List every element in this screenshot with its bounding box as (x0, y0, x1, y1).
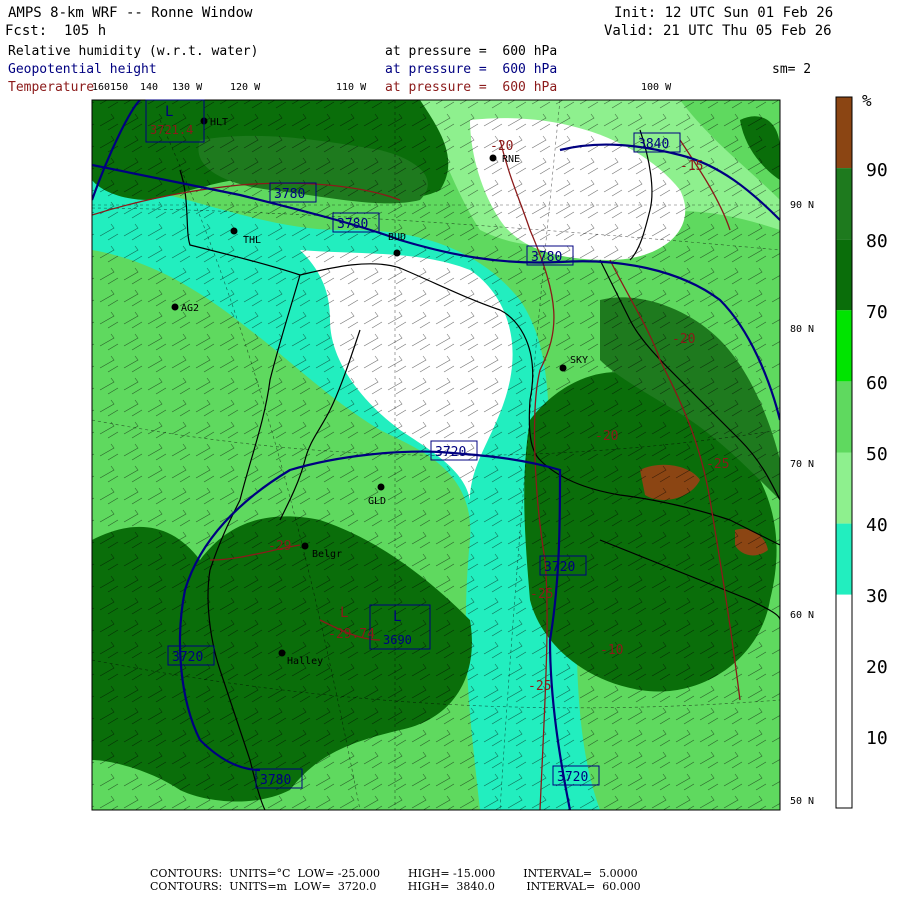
height-label: 3720 (557, 770, 588, 785)
height-label: 3780 (337, 217, 368, 232)
lon-label: 110 W (336, 82, 367, 93)
colorbar-segment (836, 452, 852, 524)
colorbar-segment (836, 310, 852, 382)
low-letter: L (393, 609, 401, 625)
colorbar (835, 96, 853, 809)
station-label: SKY (570, 355, 588, 366)
colorbar-segment (836, 239, 852, 311)
footer-units: UNITS=m (229, 880, 287, 893)
height-label: 3720 (172, 650, 203, 665)
temp-label: -20 (672, 332, 695, 347)
temp-label: -29 (268, 539, 291, 554)
colorbar-tick: 70 (866, 302, 888, 323)
station-label: GLD (368, 496, 386, 507)
station-marker (489, 154, 497, 162)
footer-low: LOW= -25.000 (297, 867, 381, 880)
station-label: RNE (502, 154, 520, 165)
colorbar-ticks: 90 80 70 60 50 40 30 20 10 (866, 160, 888, 749)
station-label: BUD (388, 232, 406, 243)
colorbar-segment (836, 97, 852, 169)
colorbar-segment (836, 168, 852, 240)
temp-label: -29.74 (328, 627, 375, 642)
lon-label: 130 W (172, 82, 203, 93)
lon-label: 140 (140, 82, 158, 93)
colorbar-segment (836, 381, 852, 453)
height-label: 3840 (638, 137, 669, 152)
lat-label: 50 N (790, 796, 814, 807)
colorbar-segment (836, 665, 852, 808)
lat-label: 70 N (790, 459, 814, 470)
colorbar-tick: 50 (866, 444, 888, 465)
colorbar-tick: 60 (866, 373, 888, 394)
temp-label: -10 (600, 643, 623, 658)
station-label: Halley (287, 656, 323, 667)
station-label: AG2 (181, 303, 199, 314)
station-marker (377, 483, 385, 491)
colorbar-segment (836, 523, 852, 595)
footer-height-contours: CONTOURS: UNITS=m LOW= 3720.0 HIGH= 3840… (150, 880, 641, 893)
colorbar-tick: 80 (866, 231, 888, 252)
colorbar-tick: 10 (866, 728, 888, 749)
temp-label: -25 (706, 457, 729, 472)
lat-label: 90 N (790, 200, 814, 211)
footer-high: HIGH= -15.000 (408, 867, 496, 880)
height-label: 3720 (544, 560, 575, 575)
station-marker (301, 542, 309, 550)
lat-label: 80 N (790, 324, 814, 335)
station-marker (559, 364, 567, 372)
footer-label: CONTOURS: (150, 867, 223, 880)
footer-label: CONTOURS: (150, 880, 223, 893)
low-letter: L (340, 605, 348, 621)
colorbar-unit: % (862, 91, 872, 110)
height-label: 3780 (274, 187, 305, 202)
weather-map: 160150 140 130 W 120 W 110 W 100 W 90 N … (91, 82, 888, 811)
colorbar-tick: 30 (866, 586, 888, 607)
footer-low: LOW= 3720.0 (293, 880, 377, 893)
footer-high: HIGH= 3840.0 (407, 880, 495, 893)
lon-label: 160150 (92, 82, 128, 93)
low-value: 3721.4 (150, 123, 193, 137)
lon-label: 100 W (641, 82, 672, 93)
station-marker (230, 227, 238, 235)
footer-interval: INTERVAL= 5.0000 (523, 867, 638, 880)
footer-interval: INTERVAL= 60.000 (526, 880, 641, 893)
height-label: 3720 (435, 445, 466, 460)
colorbar-tick: 40 (866, 515, 888, 536)
lon-labels: 160150 140 130 W 120 W 110 W 100 W (92, 82, 672, 93)
station-marker (393, 249, 401, 257)
low-value: 3690 (383, 633, 412, 647)
temp-label: -25 (530, 587, 553, 602)
lat-labels: 90 N 80 N 70 N 60 N 50 N (790, 200, 814, 807)
colorbar-segment (836, 594, 852, 666)
low-letter: L (165, 104, 173, 120)
temp-label: -15 (680, 159, 703, 174)
station-marker (171, 303, 179, 311)
footer-units: UNITS=°C (229, 867, 291, 880)
temp-label: -20 (595, 429, 618, 444)
temp-label: -25 (528, 679, 551, 694)
height-label: 3780 (260, 773, 291, 788)
lon-label: 120 W (230, 82, 261, 93)
colorbar-tick: 90 (866, 160, 888, 181)
station-label: THL (243, 235, 261, 246)
station-label: HLT (210, 117, 228, 128)
temp-label: -20 (490, 139, 513, 154)
lat-label: 60 N (790, 610, 814, 621)
station-label: Belgr (312, 549, 342, 560)
colorbar-tick: 20 (866, 657, 888, 678)
station-marker (278, 649, 286, 657)
footer-temp-contours: CONTOURS: UNITS=°C LOW= -25.000 HIGH= -1… (150, 867, 638, 880)
height-label: 3780 (531, 250, 562, 265)
